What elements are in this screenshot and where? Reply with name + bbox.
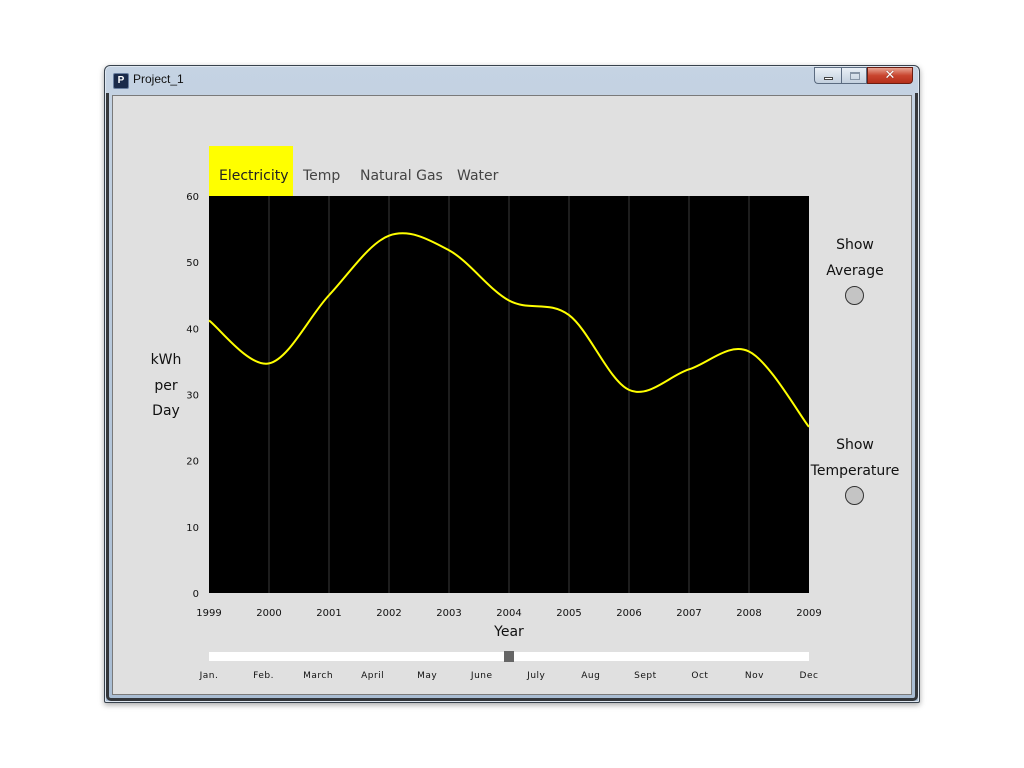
y-tick-label: 60 bbox=[186, 192, 199, 203]
close-button[interactable]: ✕ bbox=[867, 67, 913, 84]
month-slider-handle[interactable] bbox=[504, 651, 514, 662]
minimize-button[interactable] bbox=[814, 67, 841, 84]
x-tick-label: 1999 bbox=[196, 608, 221, 619]
month-label: Nov bbox=[745, 671, 764, 681]
processing-app-icon: P bbox=[113, 73, 129, 89]
maximize-icon bbox=[850, 72, 860, 80]
window-controls: ✕ bbox=[814, 67, 913, 84]
title-bar[interactable]: P Project_1 ✕ bbox=[105, 66, 919, 94]
window-title: Project_1 bbox=[133, 72, 184, 86]
x-tick-label: 2001 bbox=[316, 608, 341, 619]
y-tick-label: 10 bbox=[186, 523, 199, 534]
x-axis-title: Year bbox=[493, 624, 524, 640]
y-tick-label: 0 bbox=[193, 589, 199, 600]
x-tick-label: 2000 bbox=[256, 608, 281, 619]
minimize-icon bbox=[824, 77, 833, 80]
x-tick-label: 2008 bbox=[736, 608, 761, 619]
month-label: Feb. bbox=[253, 671, 274, 681]
month-label: Dec bbox=[800, 671, 819, 681]
x-tick-label: 2009 bbox=[796, 608, 821, 619]
y-tick-label: 20 bbox=[186, 457, 199, 468]
month-label: March bbox=[303, 671, 333, 681]
x-tick-label: 2003 bbox=[436, 608, 461, 619]
close-icon: ✕ bbox=[884, 68, 896, 83]
month-label: Aug bbox=[581, 671, 600, 681]
y-tick-label: 50 bbox=[186, 258, 199, 269]
y-tick-label: 40 bbox=[186, 324, 199, 335]
month-label: July bbox=[526, 671, 545, 681]
month-label: May bbox=[417, 671, 437, 681]
sketch-canvas: Electricity Temp Natural Gas Water kWh p… bbox=[112, 95, 912, 695]
app-window: P Project_1 ✕ Electricity Temp Natural G… bbox=[104, 65, 920, 703]
y-tick-label: 30 bbox=[186, 391, 199, 402]
month-label: June bbox=[470, 671, 493, 681]
month-label: Sept bbox=[634, 671, 657, 681]
x-tick-label: 2005 bbox=[556, 608, 581, 619]
x-tick-label: 2007 bbox=[676, 608, 701, 619]
electricity-chart: 0 10 20 30 40 50 60 1999 2000 2001 2002 2003 2004 200… bbox=[186, 192, 821, 681]
month-label: Jan. bbox=[199, 671, 219, 681]
month-label: April bbox=[361, 671, 384, 681]
maximize-button[interactable] bbox=[841, 67, 867, 84]
x-tick-label: 2004 bbox=[496, 608, 521, 619]
x-tick-label: 2006 bbox=[616, 608, 641, 619]
month-label: Oct bbox=[691, 671, 708, 681]
x-tick-label: 2002 bbox=[376, 608, 401, 619]
